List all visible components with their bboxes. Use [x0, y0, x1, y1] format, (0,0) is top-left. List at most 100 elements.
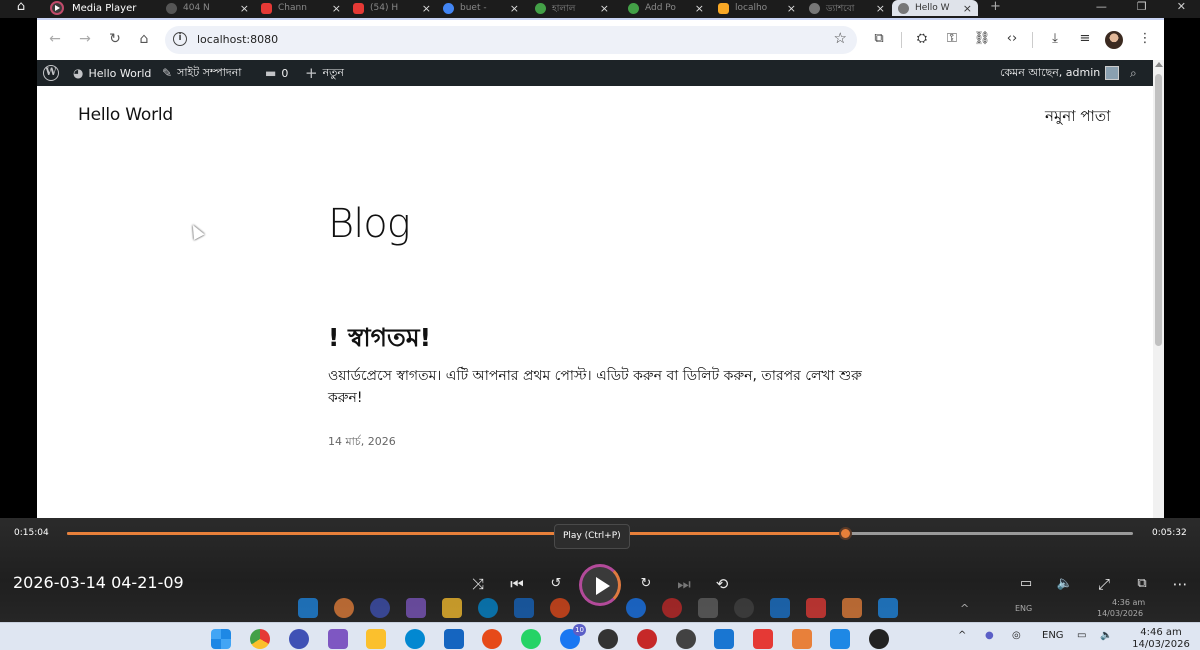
browser-tab[interactable]: localho × — [712, 0, 802, 16]
my-account-link[interactable]: কেমন আছেন, admin — [1000, 60, 1120, 86]
microphone-icon[interactable]: ● — [985, 630, 994, 641]
close-icon[interactable]: × — [600, 2, 615, 15]
home-icon[interactable]: ⌂ — [12, 0, 30, 16]
admin-search-button[interactable]: ⌕ — [1130, 60, 1137, 86]
browser-tab[interactable]: (54) H × — [347, 0, 437, 16]
forward-arrow-icon[interactable]: → — [75, 29, 95, 49]
close-icon[interactable]: × — [422, 2, 437, 15]
recorded-time: 4:36 am — [1112, 598, 1146, 607]
app-icon[interactable] — [328, 629, 348, 649]
repeat-off-icon[interactable]: ⟲ — [710, 572, 734, 596]
close-icon[interactable]: ✕ — [1177, 0, 1186, 16]
code-icon[interactable]: ‹› — [1002, 29, 1022, 49]
nav-item-sample-page[interactable]: নমুনা পাতা — [1045, 105, 1111, 130]
browser-tab[interactable]: হালাল × — [529, 0, 615, 16]
previous-track-icon[interactable]: ⏮ — [505, 572, 529, 596]
new-content-link[interactable]: + নতুন — [305, 60, 344, 86]
home-icon[interactable]: ⌂ — [134, 29, 154, 49]
volume-icon[interactable]: 🔈 — [1100, 630, 1112, 641]
wp-logo-button[interactable]: W — [43, 60, 59, 86]
link-icon[interactable]: ⛓ — [972, 29, 992, 49]
volume-icon[interactable]: 🔈 — [1053, 572, 1077, 596]
elapsed-time: 0:15:04 — [14, 528, 49, 538]
firefox-icon[interactable] — [482, 629, 502, 649]
post-title-link[interactable]: ! স্বাগতম! — [328, 318, 431, 361]
site-info-icon[interactable]: i — [173, 32, 187, 46]
app-icon — [698, 598, 718, 618]
close-icon[interactable]: × — [876, 2, 891, 15]
chrome-icon[interactable] — [250, 629, 270, 649]
whatsapp-icon[interactable] — [521, 629, 541, 649]
browser-tab[interactable]: buet - × — [437, 0, 525, 16]
browser-tab[interactable]: 404 N × — [160, 0, 255, 16]
tray-chevron-icon[interactable]: ^ — [958, 630, 966, 641]
new-tab-plus-icon[interactable]: + — [990, 0, 1001, 14]
media-player-icon[interactable] — [869, 629, 889, 649]
language-indicator[interactable]: ENG — [1042, 630, 1064, 641]
page-scrollbar[interactable] — [1153, 60, 1164, 578]
rewind-10-icon[interactable]: ↺ — [544, 572, 568, 596]
seek-bar-handle[interactable] — [839, 527, 853, 540]
mini-player-icon[interactable]: ⧉ — [1130, 572, 1154, 596]
messenger-icon[interactable]: 10 — [560, 624, 586, 649]
minimize-icon[interactable]: — — [1096, 0, 1107, 16]
edit-brush-icon: ✎ — [162, 66, 173, 80]
network-icon[interactable]: ▭ — [1077, 630, 1086, 641]
google-icon — [443, 2, 454, 14]
store-icon[interactable] — [714, 629, 734, 649]
browser-tab[interactable]: Chann × — [255, 0, 347, 16]
chatgpt-icon[interactable] — [676, 629, 696, 649]
start-icon[interactable] — [211, 629, 231, 649]
bookmark-star-icon[interactable]: ☆ — [834, 29, 847, 47]
tab-label: Chann — [278, 3, 307, 13]
download-icon[interactable]: ⤓ — [1045, 29, 1065, 49]
profile-avatar[interactable] — [1105, 31, 1123, 49]
browser-tab-active[interactable]: Hello W × — [892, 0, 978, 16]
app-icon[interactable] — [289, 629, 309, 649]
close-icon[interactable]: × — [695, 2, 710, 15]
media-queue-icon[interactable]: ≡ — [1075, 29, 1095, 49]
messenger-icon — [626, 598, 646, 618]
edge-icon[interactable] — [405, 629, 425, 649]
restore-icon[interactable]: ❐ — [1137, 0, 1147, 16]
forward-30-icon[interactable]: ↻ — [634, 572, 658, 596]
back-arrow-icon[interactable]: ← — [45, 29, 65, 49]
youtube-icon[interactable] — [753, 629, 773, 649]
fullscreen-icon[interactable]: ⤢ — [1092, 572, 1116, 596]
site-title[interactable]: Hello World — [78, 105, 173, 125]
outlook-icon[interactable] — [444, 629, 464, 649]
close-icon[interactable]: × — [787, 2, 802, 15]
scrollbar-thumb[interactable] — [1155, 74, 1162, 346]
captions-icon[interactable]: ▭ — [1014, 572, 1038, 596]
close-icon[interactable]: × — [963, 2, 978, 15]
reload-icon[interactable]: ↻ — [105, 29, 125, 49]
incognito-icon[interactable]: ⛭ — [912, 29, 932, 49]
close-icon[interactable]: × — [240, 2, 255, 15]
notepad-icon[interactable] — [830, 629, 850, 649]
next-track-icon[interactable]: ⏭ — [672, 572, 696, 596]
address-bar[interactable]: i localhost:8080 ☆ — [165, 26, 857, 54]
file-explorer-icon[interactable] — [366, 629, 386, 649]
more-options-icon[interactable]: ⋯ — [1168, 572, 1192, 596]
app-icon[interactable] — [637, 629, 657, 649]
customize-site-link[interactable]: ✎ সাইট সম্পাদনা — [162, 60, 241, 86]
play-button[interactable] — [579, 564, 621, 606]
seek-bar-progress — [67, 532, 846, 535]
xampp-icon[interactable] — [792, 629, 812, 649]
close-icon[interactable]: × — [510, 2, 525, 15]
site-favicon-icon — [535, 2, 546, 14]
shuffle-icon[interactable]: ⤨ — [466, 572, 490, 596]
menu-kebab-icon[interactable]: ⋮ — [1135, 29, 1155, 49]
comments-link[interactable]: ▬ 0 — [265, 60, 288, 86]
location-icon[interactable]: ◎ — [1012, 630, 1021, 641]
password-key-icon[interactable]: ⚿ — [942, 29, 962, 49]
extensions-icon[interactable]: ⧉ — [869, 29, 889, 49]
media-title: 2026-03-14 04-21-09 — [13, 573, 184, 592]
close-icon[interactable]: × — [332, 2, 347, 15]
scroll-up-arrow-icon[interactable] — [1155, 62, 1163, 67]
clock[interactable]: 4:46 am 14/03/2026 — [1128, 627, 1194, 650]
browser-tab[interactable]: ড্যাশবো × — [803, 0, 891, 16]
obs-icon[interactable] — [598, 629, 618, 649]
browser-tab[interactable]: Add Po × — [622, 0, 710, 16]
site-name-link[interactable]: ◕ Hello World — [73, 60, 151, 86]
